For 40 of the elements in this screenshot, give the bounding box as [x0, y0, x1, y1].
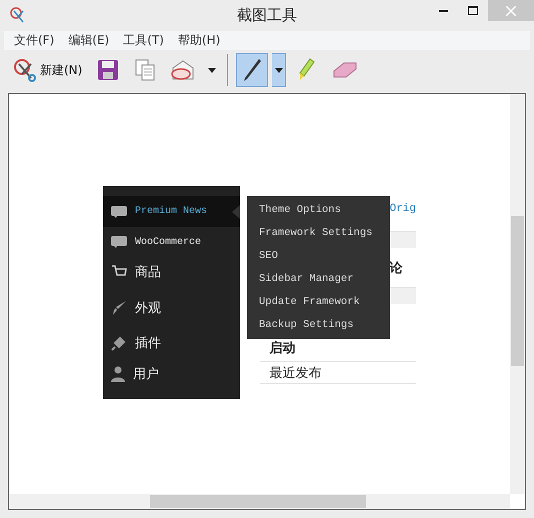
sidebar-item: 插件 [103, 328, 240, 358]
user-icon [111, 366, 125, 382]
sidebar-item: WooCommerce [103, 227, 240, 257]
menu-item[interactable]: 编辑(E) [64, 31, 114, 50]
submenu-item: Update Framework [259, 295, 361, 310]
woo-logo-icon [111, 206, 127, 218]
submenu-item: Framework Settings [259, 226, 374, 241]
content-text: 最近发布 [270, 364, 322, 382]
menu-item[interactable]: 帮助(H) [174, 31, 224, 50]
submenu-item: Theme Options [259, 203, 342, 218]
caret-icon [274, 68, 283, 72]
window-title: 截图工具 [237, 6, 297, 25]
plug-icon [111, 335, 127, 351]
sidebar-item: 商品 [103, 257, 240, 287]
envelope-icon [170, 58, 196, 82]
menu-item[interactable]: 文件(F) [10, 31, 58, 50]
scissors-icon [13, 58, 37, 82]
pen-icon [241, 57, 264, 83]
copy-icon [134, 58, 156, 82]
pen-button[interactable] [236, 53, 268, 87]
maximize-icon [468, 6, 478, 15]
submenu-item: Backup Settings [259, 318, 355, 333]
vertical-scrollbar[interactable] [510, 94, 525, 494]
submenu-item: Sidebar Manager [259, 272, 355, 287]
horizontal-scrollbar[interactable] [9, 494, 510, 509]
content-text: Orig [390, 202, 416, 214]
caret-icon [208, 68, 216, 72]
close-icon [506, 6, 516, 16]
dropdown-button[interactable] [272, 53, 286, 87]
new-button[interactable]: 新建(N) [8, 53, 88, 87]
menu-item[interactable]: 工具(T) [119, 31, 168, 50]
submenu-item: SEO [259, 249, 279, 264]
sidebar-item: Premium News [103, 196, 240, 227]
brush-icon [111, 300, 127, 316]
content-text: 启动 [270, 340, 296, 357]
minimize-icon [438, 10, 448, 12]
sidebar-item: 外观 [103, 287, 240, 328]
sidebar-item: 用户 [103, 358, 240, 389]
content-text: 论 [390, 260, 403, 276]
woo-logo-icon [111, 236, 127, 248]
